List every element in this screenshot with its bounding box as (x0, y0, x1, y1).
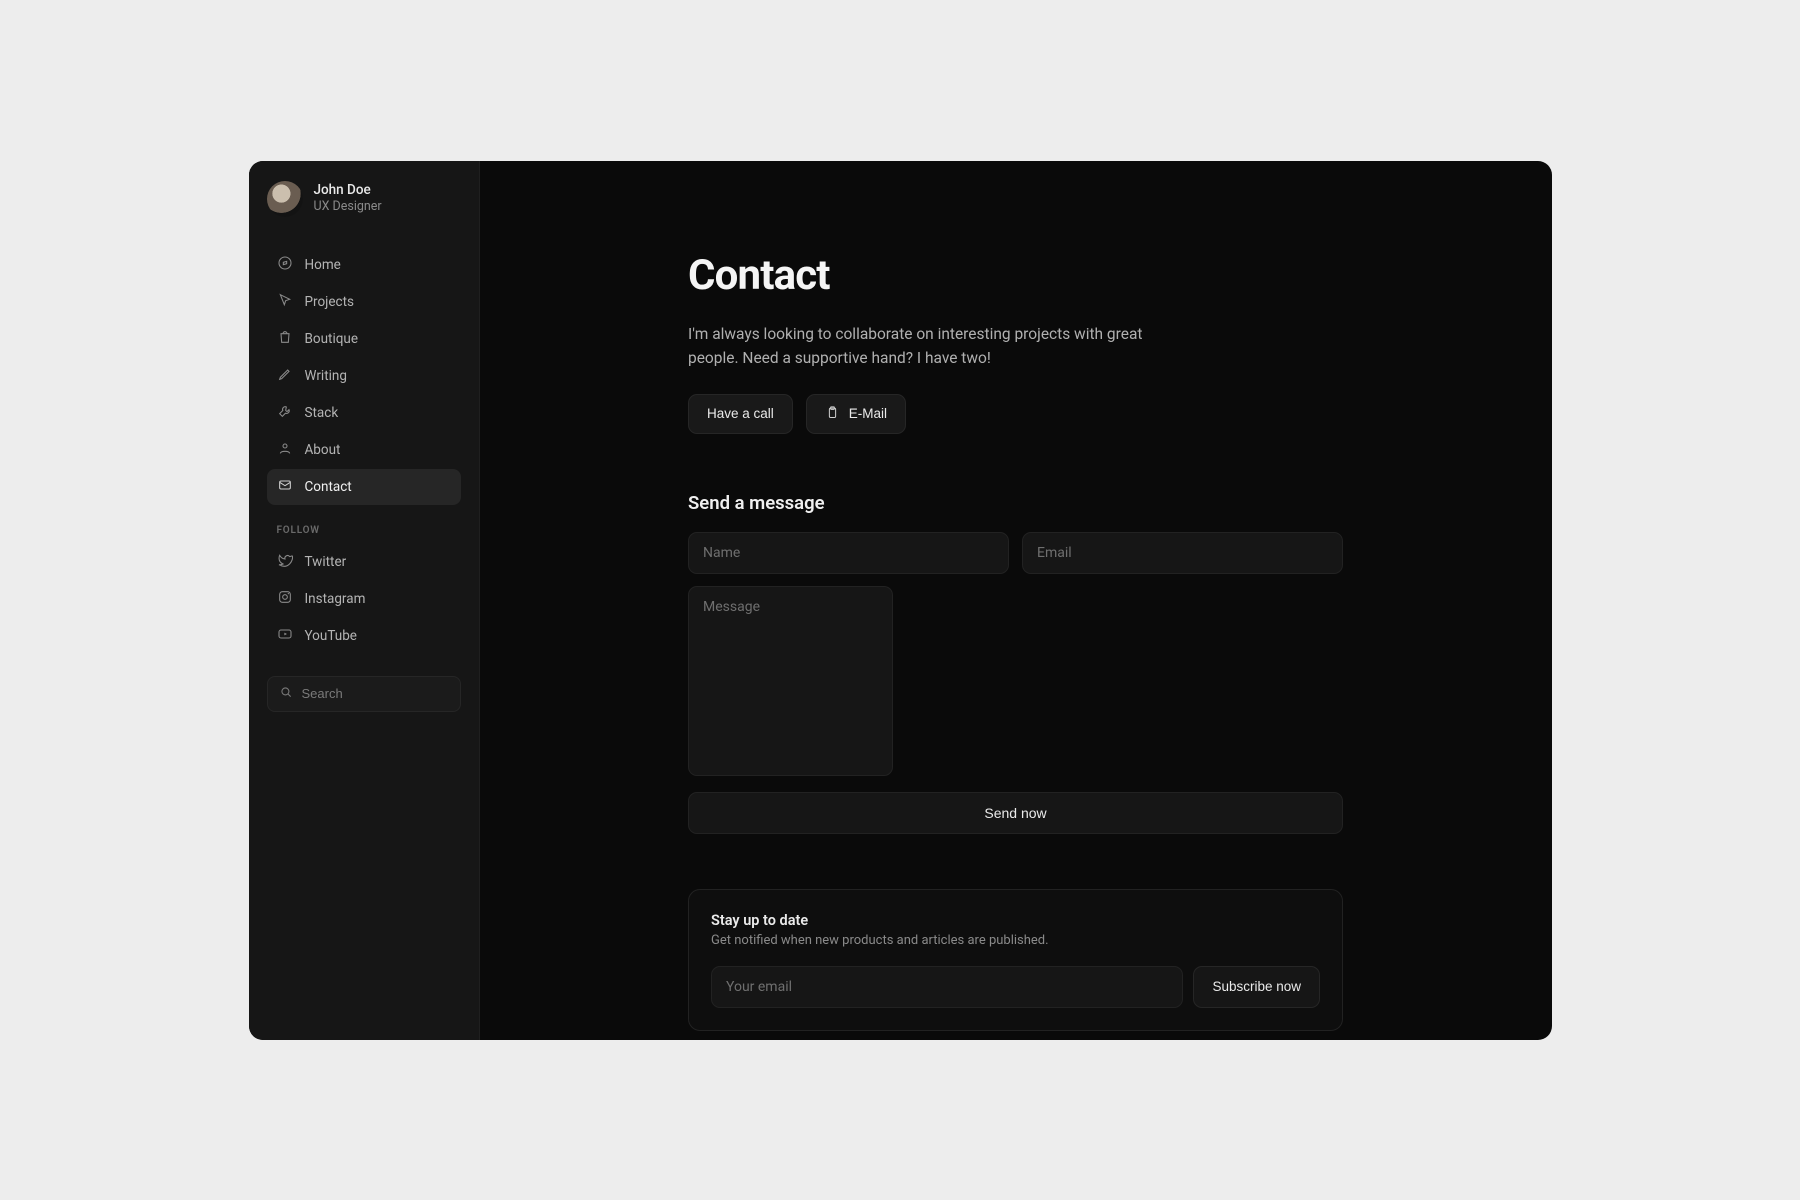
sidebar-item-label: Projects (305, 294, 355, 310)
subscribe-subtitle: Get notified when new products and artic… (711, 933, 1320, 948)
subscribe-card: Stay up to date Get notified when new pr… (688, 889, 1343, 1031)
sidebar: John Doe UX Designer Home Projects (249, 161, 480, 1040)
profile-name: John Doe (314, 182, 382, 199)
search-icon (279, 684, 293, 703)
profile-block[interactable]: John Doe UX Designer (267, 179, 461, 217)
page-subtitle: I'm always looking to collaborate on int… (688, 322, 1168, 370)
user-icon (277, 440, 293, 460)
name-field[interactable] (688, 532, 1009, 574)
compass-icon (277, 255, 293, 275)
twitter-icon (277, 552, 293, 572)
follow-nav: Twitter Instagram YouTube (267, 544, 461, 654)
sidebar-item-stack[interactable]: Stack (267, 395, 461, 431)
button-label: E-Mail (849, 406, 887, 421)
form-row-name-email (688, 532, 1343, 574)
sidebar-item-label: Stack (305, 405, 339, 421)
avatar (267, 181, 303, 217)
instagram-icon (277, 589, 293, 609)
cursor-icon (277, 292, 293, 312)
search-input[interactable] (302, 686, 449, 701)
sidebar-item-label: Twitter (305, 554, 347, 570)
clipboard-icon (825, 405, 840, 423)
action-row: Have a call E-Mail (688, 394, 1343, 434)
have-a-call-button[interactable]: Have a call (688, 394, 793, 434)
sidebar-item-twitter[interactable]: Twitter (267, 544, 461, 580)
main-content: Contact I'm always looking to collaborat… (480, 161, 1552, 1040)
sidebar-item-home[interactable]: Home (267, 247, 461, 283)
subscribe-email-field[interactable] (711, 966, 1183, 1008)
shopping-bag-icon (277, 329, 293, 349)
primary-nav: Home Projects Boutique Writing (267, 247, 461, 505)
email-button[interactable]: E-Mail (806, 394, 906, 434)
sidebar-item-label: Contact (305, 479, 352, 495)
sidebar-item-writing[interactable]: Writing (267, 358, 461, 394)
sidebar-item-boutique[interactable]: Boutique (267, 321, 461, 357)
sidebar-item-label: Home (305, 257, 341, 273)
mail-icon (277, 477, 293, 497)
profile-role: UX Designer (314, 199, 382, 215)
page-title: Contact (688, 251, 1343, 300)
email-field[interactable] (1022, 532, 1343, 574)
subscribe-row: Subscribe now (711, 966, 1320, 1008)
sidebar-item-label: Boutique (305, 331, 359, 347)
wrench-icon (277, 403, 293, 423)
sidebar-item-instagram[interactable]: Instagram (267, 581, 461, 617)
sidebar-item-projects[interactable]: Projects (267, 284, 461, 320)
form-title: Send a message (688, 492, 1343, 514)
app-window: John Doe UX Designer Home Projects (249, 161, 1552, 1040)
sidebar-item-contact[interactable]: Contact (267, 469, 461, 505)
subscribe-title: Stay up to date (711, 912, 1320, 929)
sidebar-item-label: Writing (305, 368, 347, 384)
search-input-container[interactable] (267, 676, 461, 712)
message-field[interactable] (688, 586, 893, 776)
send-now-button[interactable]: Send now (688, 792, 1343, 834)
sidebar-item-label: YouTube (305, 628, 357, 644)
content: Contact I'm always looking to collaborat… (688, 251, 1343, 1040)
follow-section-label: FOLLOW (277, 525, 461, 536)
pencil-icon (277, 366, 293, 386)
profile-text: John Doe UX Designer (314, 182, 382, 215)
youtube-icon (277, 626, 293, 646)
search-wrap (267, 676, 461, 712)
sidebar-item-youtube[interactable]: YouTube (267, 618, 461, 654)
sidebar-item-label: Instagram (305, 591, 366, 607)
button-label: Have a call (707, 406, 774, 421)
sidebar-item-about[interactable]: About (267, 432, 461, 468)
subscribe-now-button[interactable]: Subscribe now (1193, 966, 1320, 1008)
sidebar-item-label: About (305, 442, 341, 458)
